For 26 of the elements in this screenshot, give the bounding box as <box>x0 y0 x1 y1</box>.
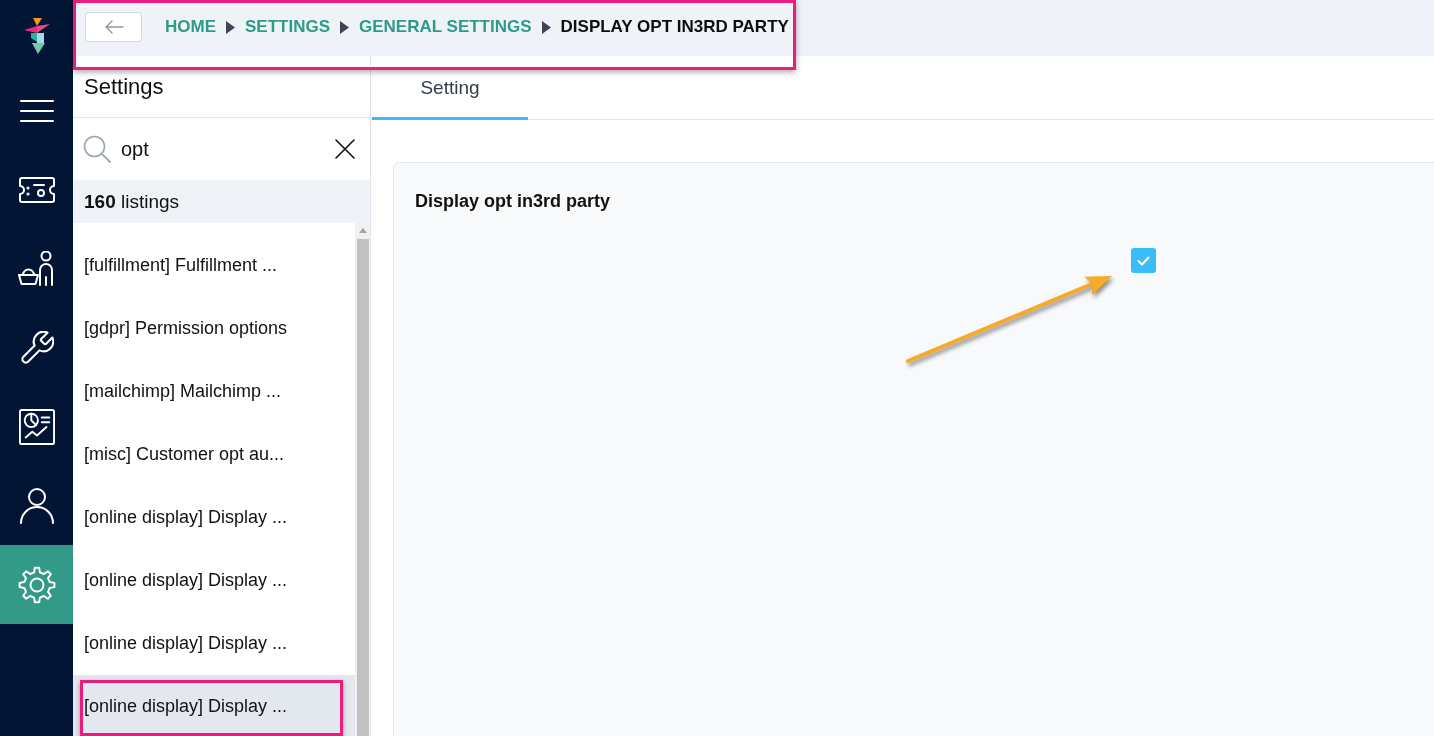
setting-title: Display opt in3rd party <box>415 190 611 212</box>
breadcrumb-current: DISPLAY OPT IN3RD PARTY <box>560 17 789 37</box>
gear-icon <box>17 565 56 604</box>
basket-person-icon <box>17 250 56 287</box>
listing-count: 160 listings <box>84 190 180 213</box>
caret-right-icon <box>340 20 349 34</box>
check-icon <box>1137 255 1150 266</box>
caret-right-icon <box>541 20 551 34</box>
scroll-up-icon <box>358 228 367 233</box>
tab[interactable]: Setting <box>372 56 528 120</box>
search-icon <box>83 135 111 163</box>
arrow-left-icon <box>103 20 124 34</box>
close-icon <box>335 139 355 159</box>
listing-item[interactable]: [online display] Display ... <box>73 675 355 736</box>
report-icon <box>18 408 55 445</box>
scrollbar[interactable] <box>355 223 370 736</box>
ticket-icon <box>17 175 56 204</box>
wrench-icon <box>19 330 54 365</box>
scrollbar-thumb[interactable] <box>356 239 369 736</box>
person-icon <box>19 487 54 524</box>
checkbox[interactable] <box>1131 248 1156 273</box>
clear-button[interactable] <box>334 138 356 160</box>
search-field[interactable]: opt <box>121 136 324 162</box>
panel-title: Settings <box>84 73 164 100</box>
menu-icon <box>19 98 54 123</box>
caret-right-icon <box>226 20 235 34</box>
